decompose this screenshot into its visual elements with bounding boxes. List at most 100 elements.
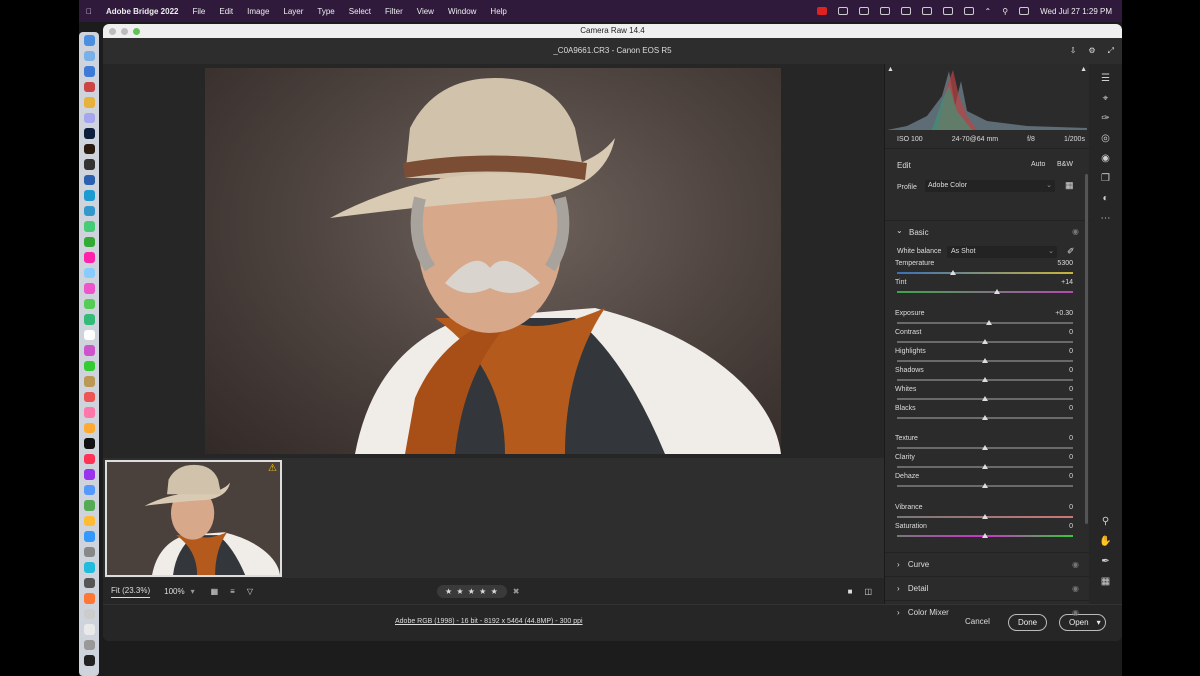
healing-brush-icon[interactable]: ✑: [1101, 113, 1109, 124]
menu-layer[interactable]: Layer: [276, 7, 310, 16]
gear-icon[interactable]: ⚙: [1088, 38, 1095, 64]
sort-icon[interactable]: ≡: [230, 587, 235, 596]
dock-app-icon[interactable]: [83, 593, 95, 604]
menu-edit[interactable]: Edit: [212, 7, 240, 16]
fullscreen-icon[interactable]: ⤢: [1108, 38, 1114, 64]
dock-app-icon[interactable]: [83, 639, 95, 650]
masking-icon[interactable]: ◎: [1101, 133, 1110, 144]
dock-safari-icon[interactable]: [83, 66, 95, 77]
dropbox-icon[interactable]: [858, 7, 869, 15]
dehaze-value[interactable]: 0: [1033, 473, 1073, 480]
cancel-button[interactable]: Cancel: [965, 617, 990, 626]
wifi-icon[interactable]: ⌃: [985, 7, 992, 16]
apple-icon[interactable]: : [79, 7, 99, 16]
highlights-slider-handle[interactable]: [982, 358, 988, 363]
dock-app-icon[interactable]: [83, 81, 95, 92]
saturation-slider-handle[interactable]: [982, 533, 988, 538]
basic-header[interactable]: ⌄ Basic ◉: [885, 220, 1089, 242]
dock-app-icon[interactable]: [83, 190, 95, 201]
menu-select[interactable]: Select: [342, 7, 378, 16]
dock-app-icon[interactable]: [83, 252, 95, 263]
battery-icon[interactable]: [963, 7, 974, 15]
red-eye-icon[interactable]: ◉: [1101, 153, 1110, 164]
temperature-slider-track[interactable]: [897, 272, 1073, 274]
more-icon[interactable]: ⋯: [1101, 213, 1111, 224]
contrast-value[interactable]: 0: [1033, 329, 1073, 336]
dock-app-icon[interactable]: [83, 655, 95, 666]
control-center-icon[interactable]: [1019, 7, 1030, 15]
exposure-slider-handle[interactable]: [985, 320, 992, 325]
highlights-value[interactable]: 0: [1033, 348, 1073, 355]
dock-app-icon[interactable]: [83, 50, 95, 61]
dock-app-icon[interactable]: [83, 112, 95, 123]
whites-slider-handle[interactable]: [982, 396, 988, 401]
crop-icon[interactable]: ⌖: [1103, 93, 1109, 104]
grid-overlay-icon[interactable]: ▦: [1101, 576, 1110, 587]
clarity-value[interactable]: 0: [1033, 454, 1073, 461]
delete-icon[interactable]: ✖: [513, 587, 520, 596]
eyedropper-icon[interactable]: ✐: [1067, 246, 1075, 257]
exposure-value[interactable]: +0.30: [1033, 310, 1073, 317]
shadows-slider-handle[interactable]: [982, 377, 988, 382]
dock-finder-icon[interactable]: [83, 35, 95, 46]
whites-value[interactable]: 0: [1033, 386, 1073, 393]
zoom-dropdown-icon[interactable]: ▾: [191, 587, 195, 596]
dock-app-icon[interactable]: [83, 484, 95, 495]
bw-button[interactable]: B&W: [1057, 161, 1073, 168]
dock-app-icon[interactable]: [83, 422, 95, 433]
dock-messages-icon[interactable]: [83, 360, 95, 371]
dock-app-icon[interactable]: [83, 515, 95, 526]
menu-clock[interactable]: Wed Jul 27 1:29 PM: [1040, 7, 1112, 16]
dock-app-icon[interactable]: [83, 562, 95, 573]
texture-value[interactable]: 0: [1033, 435, 1073, 442]
shadow-clipping-icon[interactable]: ▲: [887, 66, 894, 73]
profile-dropdown[interactable]: Adobe Color ⌄: [925, 180, 1055, 192]
dock-tv-icon[interactable]: [83, 438, 95, 449]
profile-browser-icon[interactable]: ▦: [1065, 180, 1074, 191]
temperature-slider-handle[interactable]: [950, 270, 957, 275]
dock-app-icon[interactable]: [83, 577, 95, 588]
edit-sliders-icon[interactable]: ☰: [1101, 73, 1110, 84]
dock-app-icon[interactable]: [83, 283, 95, 294]
time-machine-icon[interactable]: [921, 7, 932, 15]
display-icon[interactable]: [879, 7, 890, 15]
record-icon[interactable]: [816, 7, 827, 15]
dock-photoshop-icon[interactable]: [83, 128, 95, 139]
menu-app-name[interactable]: Adobe Bridge 2022: [99, 7, 185, 16]
tint-slider-track[interactable]: [897, 291, 1073, 293]
color-mixer-section-header[interactable]: › Color Mixer ◉: [885, 600, 1089, 617]
tint-value[interactable]: +14: [1033, 279, 1073, 286]
dock-app-icon[interactable]: [83, 159, 95, 170]
curve-visibility-icon[interactable]: ◉: [1072, 553, 1079, 577]
highlight-clipping-icon[interactable]: ▲: [1080, 66, 1087, 73]
minimize-window-button[interactable]: [121, 28, 128, 35]
texture-slider-handle[interactable]: [982, 445, 988, 450]
dock-music-icon[interactable]: [83, 453, 95, 464]
panel-scrollbar[interactable]: [1085, 174, 1088, 524]
vibrance-slider-handle[interactable]: [982, 514, 988, 519]
basic-visibility-icon[interactable]: ◉: [1072, 227, 1079, 236]
search-icon[interactable]: ⚲: [1002, 7, 1008, 16]
temperature-value[interactable]: 5300: [1033, 260, 1073, 267]
tint-slider-handle[interactable]: [994, 289, 1001, 294]
blacks-slider-handle[interactable]: [982, 415, 988, 420]
color-mixer-visibility-icon[interactable]: ◉: [1072, 601, 1079, 625]
dock-settings-icon[interactable]: [83, 546, 95, 557]
close-window-button[interactable]: [109, 28, 116, 35]
menu-window[interactable]: Window: [441, 7, 483, 16]
shadows-value[interactable]: 0: [1033, 367, 1073, 374]
play-icon[interactable]: [942, 7, 953, 15]
contrast-slider-handle[interactable]: [982, 339, 988, 344]
zoom-100-button[interactable]: 100%: [164, 587, 184, 596]
dock-app-icon[interactable]: [83, 236, 95, 247]
done-button[interactable]: Done: [1008, 614, 1048, 631]
save-icon[interactable]: ⇩: [1070, 38, 1077, 64]
detail-section-header[interactable]: › Detail ◉: [885, 576, 1089, 600]
dock-app-icon[interactable]: [83, 205, 95, 216]
dock-app-icon[interactable]: [83, 345, 95, 356]
screenshot-icon[interactable]: [900, 7, 911, 15]
white-balance-dropdown[interactable]: As Shot ⌄: [947, 246, 1057, 258]
dock-app-icon[interactable]: [83, 500, 95, 511]
dock-app-icon[interactable]: [83, 407, 95, 418]
dock-calendar-icon[interactable]: [83, 329, 95, 340]
